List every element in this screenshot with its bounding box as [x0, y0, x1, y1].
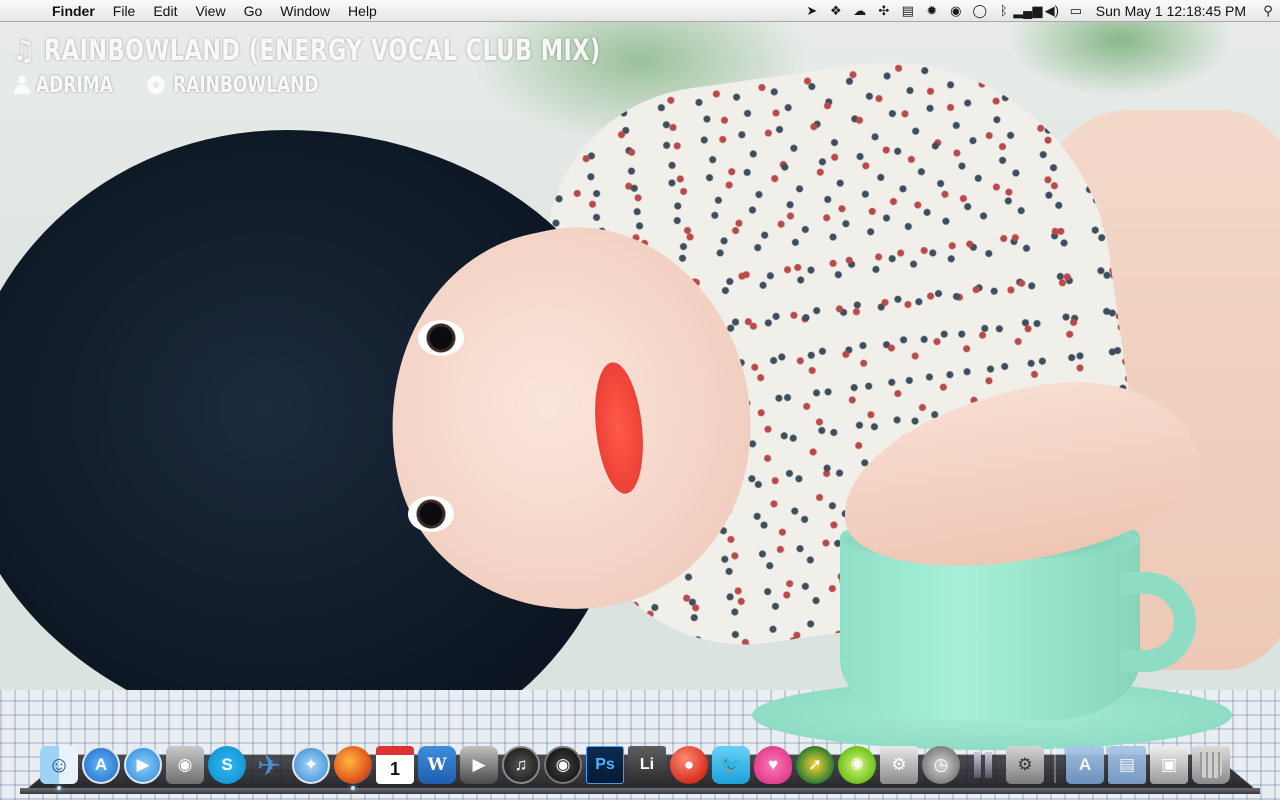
desktop-wallpaper [0, 0, 1280, 800]
ical-icon[interactable]: 1 [376, 746, 414, 784]
limewire-icon[interactable]: ✺ [838, 746, 876, 784]
status-area: ➤ ❖ ☁ ✣ ▤ ✹ ◉ ◯ ᛒ ▂▄▆ ◀) ▭ Sun May 1 12:… [800, 0, 1280, 22]
trash-icon[interactable] [1192, 746, 1230, 784]
record-icon[interactable]: ◉ [944, 0, 968, 22]
pin-app-icon[interactable]: ● [670, 746, 708, 784]
dvd-player-icon[interactable]: ▶ [460, 746, 498, 784]
safari-icon[interactable]: ✦ [292, 746, 330, 784]
volume-icon[interactable]: ◀) [1040, 0, 1064, 22]
wallpaper-eye [408, 496, 454, 532]
music-note-icon: ♫ [12, 33, 35, 67]
mail-icon[interactable]: ✈ [250, 746, 288, 784]
menu-view[interactable]: View [186, 0, 234, 22]
dock: A ▶ ◉ S ✈ ✦ 1 W ▶ ♫ ◉ Ps Li ● 🐦 ♥ ➚ ✺ ⚙ … [40, 744, 1234, 790]
jdownloader-icon[interactable]: ➚ [796, 746, 834, 784]
word-icon[interactable]: W [418, 746, 456, 784]
twitter-icon[interactable]: 🐦 [712, 746, 750, 784]
sync-icon[interactable]: ✣ [872, 0, 896, 22]
brightness-icon[interactable]: ✹ [920, 0, 944, 22]
wallpaper-eye [418, 320, 464, 356]
dock-front-edge [20, 788, 1260, 794]
finder-icon[interactable] [40, 746, 78, 790]
chat-icon[interactable]: ◯ [968, 0, 992, 22]
itunes-icon[interactable]: ♫ [502, 746, 540, 784]
aperture-icon[interactable]: ◉ [544, 746, 582, 784]
heart-app-icon[interactable]: ♥ [754, 746, 792, 784]
time-machine-icon[interactable]: ◷ [922, 746, 960, 784]
dock-separator [1054, 747, 1056, 783]
menu-app-name[interactable]: Finder [44, 0, 104, 22]
cursor-icon[interactable]: ➤ [800, 0, 824, 22]
now-playing-widget: ♫ Rainbowland (Energy Vocal Club Mix) Ad… [12, 30, 691, 100]
track-album: Rainbowland [173, 72, 319, 98]
artist-icon [12, 75, 32, 95]
menu-edit[interactable]: Edit [144, 0, 186, 22]
utilities-icon[interactable]: ⚙ [880, 746, 918, 784]
signal-icon[interactable]: ▂▄▆ [1013, 0, 1042, 22]
photos-stack-icon[interactable]: ▣ [1150, 746, 1188, 784]
photoshop-icon[interactable]: Ps [586, 746, 624, 784]
dropbox-icon[interactable]: ❖ [824, 0, 848, 22]
menu-clock[interactable]: Sun May 1 12:18:45 PM [1088, 3, 1256, 19]
app-store-icon[interactable]: A [82, 746, 120, 784]
album-icon [147, 76, 166, 94]
menu-file[interactable]: File [104, 0, 145, 22]
applications-folder-icon[interactable]: A [1066, 746, 1104, 784]
spotlight-icon[interactable]: ⚲ [1256, 0, 1280, 22]
menu-help[interactable]: Help [339, 0, 386, 22]
menu-go[interactable]: Go [235, 0, 272, 22]
menu-bar: Finder File Edit View Go Window Help ➤ ❖… [0, 0, 1280, 22]
pause-app-icon[interactable] [964, 746, 1002, 784]
ichat-icon[interactable]: ▶ [124, 746, 162, 784]
cloud-icon[interactable]: ☁ [848, 0, 872, 22]
battery-icon[interactable]: ▭ [1064, 0, 1088, 22]
li-app-icon[interactable]: Li [628, 746, 666, 784]
system-preferences-icon[interactable]: ⚙ [1006, 746, 1044, 784]
notes-icon[interactable]: ▤ [896, 0, 920, 22]
facetime-icon[interactable]: ◉ [166, 746, 204, 784]
track-title: Rainbowland (Energy Vocal Club Mix) [44, 33, 601, 67]
skype-icon[interactable]: S [208, 746, 246, 784]
firefox-icon[interactable] [334, 746, 372, 790]
track-artist: Adrima [36, 72, 113, 98]
menu-window[interactable]: Window [271, 0, 339, 22]
documents-folder-icon[interactable]: ▤ [1108, 746, 1146, 784]
